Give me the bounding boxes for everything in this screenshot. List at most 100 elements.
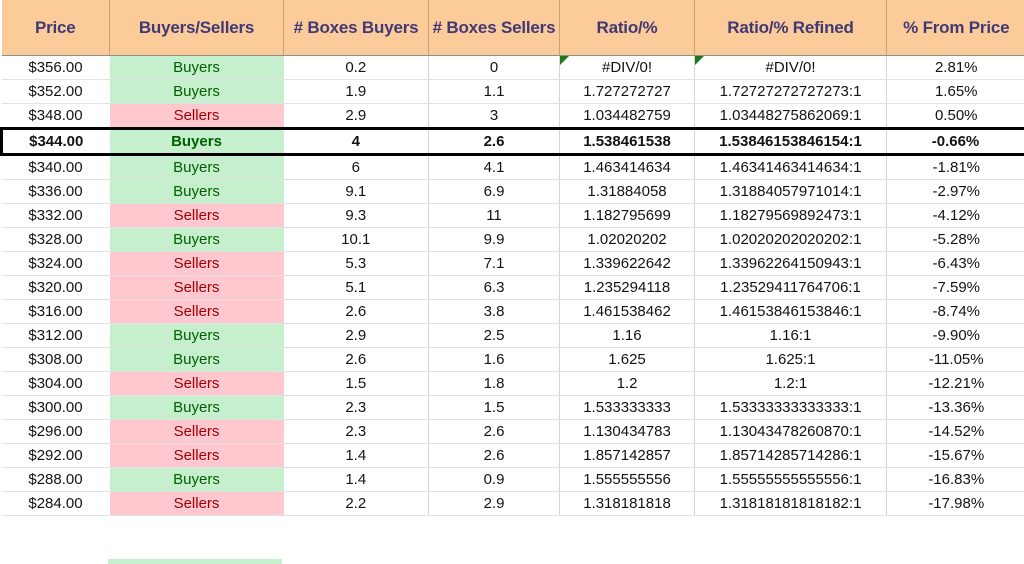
cell-refined[interactable]: 1.46341463414634:1 xyxy=(694,154,887,180)
cell-bbuy[interactable]: 1.9 xyxy=(283,79,429,104)
cell-pct[interactable]: -6.43% xyxy=(886,251,1024,276)
cell-ratio[interactable]: 1.235294118 xyxy=(559,275,695,300)
cell-side-sell[interactable]: Sellers xyxy=(109,491,284,516)
cell-refined[interactable]: 1.53846153846154:1 xyxy=(694,127,887,156)
cell-price[interactable]: $336.00 xyxy=(1,179,110,204)
cell-refined[interactable]: #DIV/0! xyxy=(694,55,887,80)
cell-side-buy[interactable]: Buyers xyxy=(109,179,284,204)
table-row[interactable]: $312.00 Buyers 2.9 2.5 1.16 1.16:1 -9.90% xyxy=(1,323,1024,348)
cell-side-sell[interactable]: Sellers xyxy=(109,275,284,300)
table-row[interactable]: $328.00 Buyers 10.1 9.9 1.02020202 1.02020202… xyxy=(1,227,1024,252)
cell-bbuy[interactable]: 5.1 xyxy=(283,275,429,300)
cell-bsell[interactable]: 1.1 xyxy=(428,79,560,104)
cell-bsell[interactable]: 9.9 xyxy=(428,227,560,252)
cell-refined[interactable]: 1.16:1 xyxy=(694,323,887,348)
cell-side-sell[interactable]: Sellers xyxy=(109,251,284,276)
cell-bbuy[interactable]: 1.4 xyxy=(283,467,429,492)
cell-pct[interactable]: -16.83% xyxy=(886,467,1024,492)
cell-pct[interactable]: -13.36% xyxy=(886,395,1024,420)
cell-refined[interactable]: 1.23529411764706:1 xyxy=(694,275,887,300)
cell-bsell[interactable]: 1.6 xyxy=(428,347,560,372)
cell-price[interactable]: $340.00 xyxy=(1,154,110,180)
table-row[interactable]: $316.00 Sellers 2.6 3.8 1.461538462 1.4615384… xyxy=(1,299,1024,324)
cell-bsell[interactable]: 2.9 xyxy=(428,491,560,516)
cell-refined[interactable]: 1.55555555555556:1 xyxy=(694,467,887,492)
cell-ratio[interactable]: 1.318181818 xyxy=(559,491,695,516)
column-header-pct-from-price[interactable]: % From Price xyxy=(886,0,1024,56)
table-row[interactable]: $320.00 Sellers 5.1 6.3 1.235294118 1.2352941… xyxy=(1,275,1024,300)
table-row[interactable]: $300.00 Buyers 2.3 1.5 1.533333333 1.53333333… xyxy=(1,395,1024,420)
cell-bbuy[interactable]: 10.1 xyxy=(283,227,429,252)
cell-bsell[interactable]: 11 xyxy=(428,203,560,228)
cell-bsell[interactable]: 0.9 xyxy=(428,467,560,492)
cell-pct[interactable]: -7.59% xyxy=(886,275,1024,300)
cell-refined[interactable]: 1.625:1 xyxy=(694,347,887,372)
cell-price[interactable]: $332.00 xyxy=(1,203,110,228)
cell-ratio[interactable]: 1.182795699 xyxy=(559,203,695,228)
cell-bbuy[interactable]: 0.2 xyxy=(283,55,429,80)
cell-pct[interactable]: -8.74% xyxy=(886,299,1024,324)
cell-side-sell[interactable]: Sellers xyxy=(109,299,284,324)
cell-side-buy[interactable]: Buyers xyxy=(109,323,284,348)
column-header-ratio-refined[interactable]: Ratio/% Refined xyxy=(694,0,887,56)
table-row[interactable]: $352.00 Buyers 1.9 1.1 1.727272727 1.72727272… xyxy=(1,79,1024,104)
cell-price[interactable]: $312.00 xyxy=(1,323,110,348)
cell-side-buy[interactable]: Buyers xyxy=(109,127,284,156)
cell-refined[interactable]: 1.2:1 xyxy=(694,371,887,396)
cell-ratio[interactable]: 1.31884058 xyxy=(559,179,695,204)
cell-ratio[interactable]: 1.2 xyxy=(559,371,695,396)
cell-bsell[interactable]: 2.6 xyxy=(428,127,560,156)
cell-bbuy[interactable]: 2.3 xyxy=(283,395,429,420)
cell-bbuy[interactable]: 9.3 xyxy=(283,203,429,228)
cell-ratio[interactable]: 1.02020202 xyxy=(559,227,695,252)
cell-ratio[interactable]: 1.555555556 xyxy=(559,467,695,492)
cell-ratio[interactable]: 1.625 xyxy=(559,347,695,372)
cell-refined[interactable]: 1.31818181818182:1 xyxy=(694,491,887,516)
cell-refined[interactable]: 1.72727272727273:1 xyxy=(694,79,887,104)
cell-pct[interactable]: -12.21% xyxy=(886,371,1024,396)
cell-pct[interactable]: 2.81% xyxy=(886,55,1024,80)
cell-price[interactable]: $324.00 xyxy=(1,251,110,276)
cell-price[interactable]: $308.00 xyxy=(1,347,110,372)
cell-side-buy[interactable]: Buyers xyxy=(109,79,284,104)
cell-bsell[interactable]: 2.5 xyxy=(428,323,560,348)
cell-side-sell[interactable]: Sellers xyxy=(109,419,284,444)
cell-bbuy[interactable]: 2.3 xyxy=(283,419,429,444)
cell-bsell[interactable]: 2.6 xyxy=(428,419,560,444)
cell-pct[interactable]: -5.28% xyxy=(886,227,1024,252)
cell-refined[interactable]: 1.53333333333333:1 xyxy=(694,395,887,420)
cell-pct[interactable]: -1.81% xyxy=(886,154,1024,180)
table-row[interactable]: $288.00 Buyers 1.4 0.9 1.555555556 1.55555555… xyxy=(1,467,1024,492)
cell-ratio[interactable]: 1.857142857 xyxy=(559,443,695,468)
cell-side-buy[interactable]: Buyers xyxy=(109,395,284,420)
cell-ratio[interactable]: 1.533333333 xyxy=(559,395,695,420)
cell-price[interactable]: $292.00 xyxy=(1,443,110,468)
cell-pct[interactable]: -15.67% xyxy=(886,443,1024,468)
cell-pct[interactable]: -4.12% xyxy=(886,203,1024,228)
cell-pct[interactable]: -17.98% xyxy=(886,491,1024,516)
cell-pct[interactable]: -14.52% xyxy=(886,419,1024,444)
table-row[interactable]: $304.00 Sellers 1.5 1.8 1.2 1.2:1 -12.21% xyxy=(1,371,1024,396)
cell-pct[interactable]: -2.97% xyxy=(886,179,1024,204)
column-header-buyers-sellers[interactable]: Buyers/Sellers xyxy=(109,0,284,56)
cell-refined[interactable]: 1.31884057971014:1 xyxy=(694,179,887,204)
cell-bsell[interactable]: 4.1 xyxy=(428,154,560,180)
table-row[interactable]: $348.00 Sellers 2.9 3 1.034482759 1.034482758… xyxy=(1,103,1024,129)
cell-bsell[interactable]: 1.5 xyxy=(428,395,560,420)
cell-price[interactable]: $284.00 xyxy=(1,491,110,516)
cell-price[interactable]: $344.00 xyxy=(0,127,110,156)
cell-ratio[interactable]: #DIV/0! xyxy=(559,55,695,80)
cell-price[interactable]: $288.00 xyxy=(1,467,110,492)
cell-bbuy[interactable]: 9.1 xyxy=(283,179,429,204)
cell-refined[interactable]: 1.02020202020202:1 xyxy=(694,227,887,252)
cell-price[interactable]: $320.00 xyxy=(1,275,110,300)
cell-bbuy[interactable]: 2.2 xyxy=(283,491,429,516)
cell-ratio[interactable]: 1.463414634 xyxy=(559,154,695,180)
cell-side-buy[interactable]: Buyers xyxy=(109,154,284,180)
cell-bsell[interactable]: 2.6 xyxy=(428,443,560,468)
cell-bsell[interactable]: 6.9 xyxy=(428,179,560,204)
cell-refined[interactable]: 1.33962264150943:1 xyxy=(694,251,887,276)
cell-refined[interactable]: 1.03448275862069:1 xyxy=(694,103,887,129)
cell-bbuy[interactable]: 2.6 xyxy=(283,347,429,372)
cell-bsell[interactable]: 0 xyxy=(428,55,560,80)
